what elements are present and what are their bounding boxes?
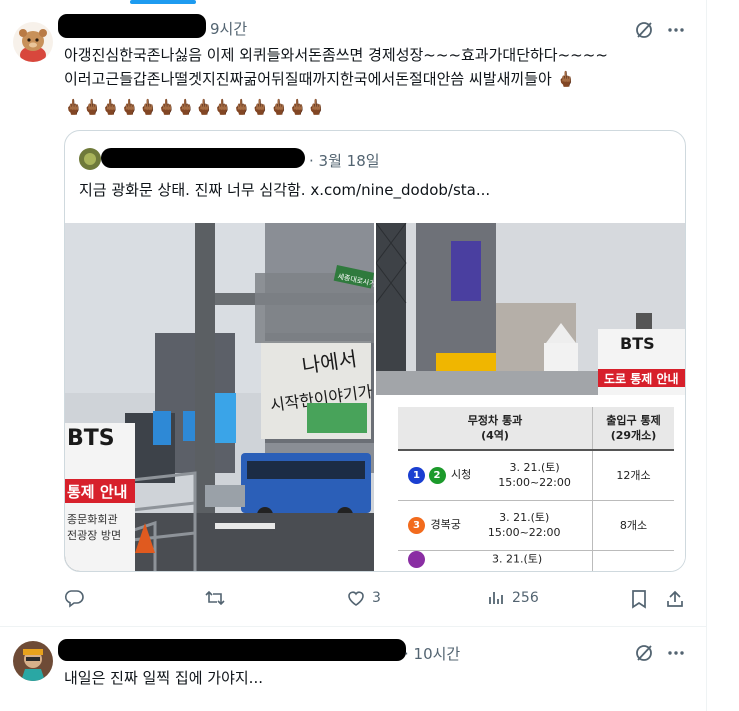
table-row: 3 경복궁 3. 21.(토) 15:00~22:00 8개소 <box>398 500 674 551</box>
closure-table: 무정차 통과 (4역) 출입구 통제 (29개소) 1 2 시청 3. 21.(… <box>398 407 674 571</box>
reply-icon <box>64 590 84 608</box>
more-icon[interactable] <box>664 18 688 42</box>
reply-button[interactable] <box>64 588 90 608</box>
bookmark-icon[interactable] <box>628 588 650 610</box>
redacted-author-name <box>58 14 206 38</box>
grok-icon[interactable] <box>632 641 656 665</box>
table-header-2: 출입구 통제 (29개소) <box>592 407 674 451</box>
more-icon[interactable] <box>664 641 688 665</box>
table-header-1: 무정차 통과 (4역) <box>398 407 593 451</box>
post-text-line-1: 아갱진심한국존나싫음 이제 외퀴들와서돈좀쓰면 경제성장~~~효과가대단하다~~… <box>64 46 608 64</box>
views-icon <box>489 592 503 604</box>
post-text-line-2: 이러고근들갑존나떨겟지진짜굶어뒤질때까지한국에서돈절대안씀 씨발새끼들아 🖕🏾 <box>64 70 576 88</box>
banner-bottom-text-2: 전광장 방면 <box>67 529 121 542</box>
banner-notice-text-left: 통제 안내 <box>67 483 127 501</box>
closure-date: 3. 21.(토) <box>509 461 560 475</box>
quoted-post-card[interactable]: · 3월 18일 지금 광화문 상태. 진짜 너무 심각함. x.com/nin… <box>64 130 686 572</box>
table-row: 1 2 시청 3. 21.(토) 15:00~22:00 12개소 <box>398 450 674 501</box>
quoted-photo-right-top[interactable]: BTS 도로 통제 안내 <box>376 223 685 395</box>
quoted-post-text: 지금 광화문 상태. 진짜 너무 심각함. x.com/nine_dodob/s… <box>79 181 491 199</box>
banner-notice-text-right: 도로 통제 안내 <box>604 371 679 386</box>
views-button[interactable]: 256 <box>486 588 539 608</box>
exit-count: 8개소 <box>592 500 674 551</box>
like-count: 3 <box>372 590 381 606</box>
quoted-photo-right-bottom[interactable]: 무정차 통과 (4역) 출입구 통제 (29개소) 1 2 시청 3. 21.(… <box>376 397 685 571</box>
closure-time: 15:00~22:00 <box>487 526 561 539</box>
station-name: 경복궁 <box>430 518 461 531</box>
column-divider <box>706 0 707 711</box>
like-button[interactable]: 3 <box>346 588 381 608</box>
quoted-photo-left[interactable]: 나에서 시작한이야기가 세종대로사거리 BTS 통제 안내 종문화회관 전광장 … <box>65 223 374 571</box>
closure-time: 15:00~22:00 <box>498 476 571 490</box>
grok-icon[interactable] <box>632 18 656 42</box>
repost-icon <box>205 590 225 606</box>
line-2-badge: 2 <box>428 466 446 484</box>
post-2[interactable]: · 10시간 내일은 진짜 일찍 집에 가야지... <box>0 627 706 711</box>
line-5-badge <box>408 550 425 568</box>
post-emoji-row: 🖕🏾🖕🏾🖕🏾🖕🏾🖕🏾🖕🏾🖕🏾🖕🏾🖕🏾🖕🏾🖕🏾🖕🏾🖕🏾🖕🏾 <box>64 98 326 116</box>
banner-bottom-text-1: 종문화회관 <box>67 513 118 526</box>
avatar[interactable] <box>13 641 53 681</box>
redacted-quoted-author <box>101 148 305 168</box>
banner-bts-text-left: BTS <box>67 426 115 451</box>
exit-count: 12개소 <box>592 450 674 501</box>
redacted-author-name <box>58 639 406 661</box>
banner-bts-text-right: BTS <box>620 334 655 353</box>
post-text: 내일은 진짜 일찍 집에 가야지... <box>64 669 263 687</box>
post-1[interactable]: 9시간 아갱진심한국존나싫음 이제 외퀴들와서돈좀쓰면 경제성장~~~효과가대단… <box>0 0 706 626</box>
repost-button[interactable] <box>204 588 232 608</box>
closure-date: 3. 21.(토) <box>499 511 550 524</box>
quoted-post-date[interactable]: · 3월 18일 <box>309 150 380 171</box>
avatar[interactable] <box>13 22 53 62</box>
view-count: 256 <box>512 590 539 606</box>
like-icon <box>348 591 364 606</box>
table-row: 3. 21.(토) <box>398 550 674 571</box>
line-1-badge: 1 <box>408 466 425 484</box>
station-name: 시청 <box>451 468 472 482</box>
post-timestamp[interactable]: · 10시간 <box>404 643 460 664</box>
post-timestamp[interactable]: 9시간 <box>210 18 247 39</box>
share-icon[interactable] <box>664 588 686 610</box>
quoted-avatar[interactable] <box>79 148 101 170</box>
closure-date: 3. 21.(토) <box>492 552 543 565</box>
line-3-badge: 3 <box>408 516 425 534</box>
